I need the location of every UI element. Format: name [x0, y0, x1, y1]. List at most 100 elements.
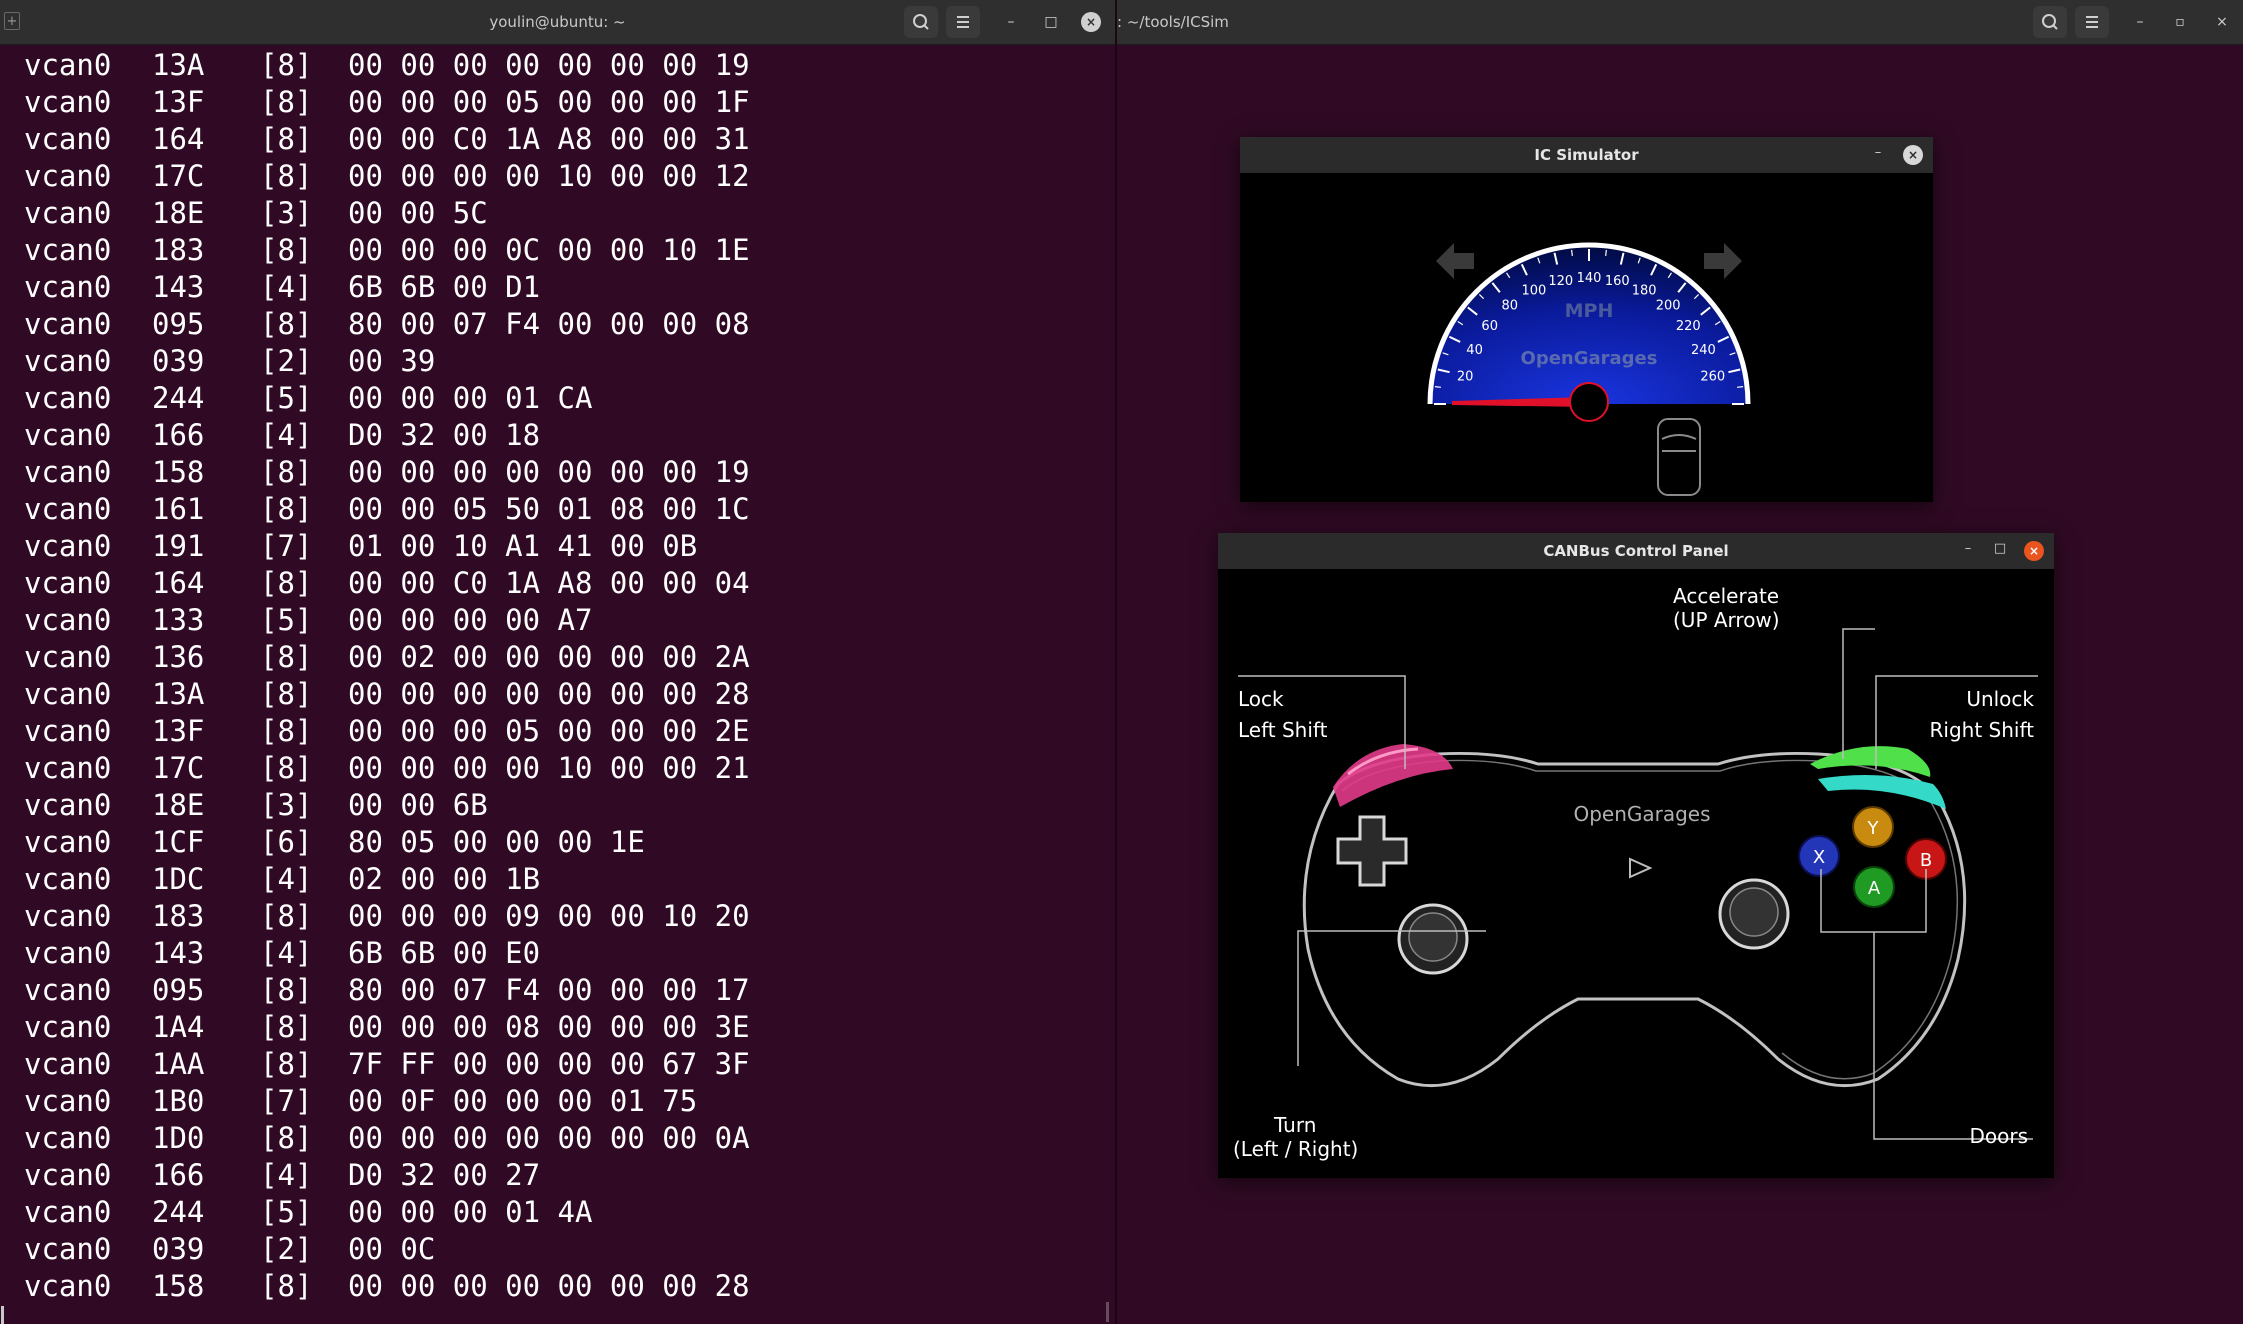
- gamepad-brand-label: OpenGarages: [1573, 802, 1710, 826]
- log-line: vcan0 18E [3] 00 00 5C: [24, 195, 750, 232]
- y-button[interactable]: Y: [1852, 806, 1894, 848]
- log-can-id: 17C: [152, 159, 205, 193]
- accelerate-label: Accelerate: [1673, 584, 1780, 608]
- log-line: vcan0 1D0 [8] 00 00 00 00 00 00 00 0A: [24, 1120, 750, 1157]
- log-interface: vcan0: [24, 196, 112, 230]
- log-line: vcan0 13A [8] 00 00 00 00 00 00 00 28: [24, 676, 750, 713]
- left-thumbstick[interactable]: [1397, 903, 1469, 975]
- log-line: vcan0 039 [2] 00 0C: [24, 1231, 750, 1268]
- log-interface: vcan0: [24, 85, 112, 119]
- log-can-id: 1D0: [152, 1121, 205, 1155]
- maximize-button[interactable]: □: [1990, 541, 2010, 556]
- hamburger-menu-icon[interactable]: [946, 6, 980, 38]
- log-can-id: 13F: [152, 85, 205, 119]
- right-thumbstick[interactable]: [1718, 878, 1790, 950]
- search-icon[interactable]: [904, 6, 938, 38]
- log-dlc: [4]: [260, 1158, 313, 1192]
- dpad[interactable]: [1336, 815, 1408, 887]
- log-data: 80 00 07 F4 00 00 00 08: [348, 307, 750, 341]
- canbus-control-panel-window[interactable]: CANBus Control Panel – □ × OpenGarages Y…: [1218, 533, 2054, 1178]
- log-dlc: [8]: [260, 492, 313, 526]
- log-dlc: [2]: [260, 344, 313, 378]
- log-can-id: 143: [152, 270, 205, 304]
- log-can-id: 164: [152, 122, 205, 156]
- scrollbar[interactable]: [1106, 1302, 1109, 1322]
- log-interface: vcan0: [24, 344, 112, 378]
- log-dlc: [8]: [260, 899, 313, 933]
- log-dlc: [3]: [260, 196, 313, 230]
- log-line: vcan0 164 [8] 00 00 C0 1A A8 00 00 04: [24, 565, 750, 602]
- minimize-button[interactable]: –: [998, 9, 1024, 35]
- log-dlc: [7]: [260, 529, 313, 563]
- log-dlc: [8]: [260, 455, 313, 489]
- log-data: 02 00 00 1B: [348, 862, 541, 896]
- speedometer-tick-label: 100: [1521, 284, 1546, 299]
- log-data: 01 00 10 A1 41 00 0B: [348, 529, 698, 563]
- maximize-button[interactable]: □: [1038, 9, 1064, 35]
- accelerate-key-label: (UP Arrow): [1673, 608, 1780, 632]
- log-interface: vcan0: [24, 529, 112, 563]
- log-data: 00 00 00 05 00 00 00 2E: [348, 714, 750, 748]
- close-button[interactable]: ×: [2024, 541, 2044, 561]
- lock-label: Lock: [1238, 687, 1284, 711]
- log-line: vcan0 13F [8] 00 00 00 05 00 00 00 1F: [24, 84, 750, 121]
- speedometer-tick-label: 240: [1691, 343, 1716, 358]
- search-icon[interactable]: [2033, 6, 2067, 38]
- log-dlc: [6]: [260, 825, 313, 859]
- minimize-button[interactable]: –: [1958, 541, 1978, 556]
- log-line: vcan0 18E [3] 00 00 6B: [24, 787, 750, 824]
- log-interface: vcan0: [24, 1269, 112, 1303]
- log-dlc: [4]: [260, 936, 313, 970]
- log-data: 00 39: [348, 344, 436, 378]
- close-button[interactable]: ×: [1081, 12, 1101, 32]
- start-button[interactable]: [1629, 857, 1653, 879]
- unlock-bumper[interactable]: [1810, 746, 1946, 809]
- hamburger-menu-icon[interactable]: [2075, 6, 2109, 38]
- close-button[interactable]: ×: [1903, 145, 1923, 165]
- speedometer-tick-label: 200: [1656, 299, 1681, 314]
- minimize-button[interactable]: –: [2127, 9, 2153, 35]
- log-data: 00 00 00 0C 00 00 10 1E: [348, 233, 750, 267]
- log-can-id: 1B0: [152, 1084, 205, 1118]
- log-data: 00 00 00 00 00 00 00 0A: [348, 1121, 750, 1155]
- log-dlc: [8]: [260, 85, 313, 119]
- a-button[interactable]: A: [1853, 866, 1895, 908]
- log-dlc: [8]: [260, 233, 313, 267]
- control-panel-headerbar: CANBus Control Panel – □ ×: [1218, 533, 2054, 569]
- log-line: vcan0 158 [8] 00 00 00 00 00 00 00 19: [24, 454, 750, 491]
- window-title: : ~/tools/ICSim: [1117, 13, 1229, 31]
- restore-button[interactable]: ▫: [2167, 9, 2193, 35]
- log-can-id: 13A: [152, 677, 205, 711]
- log-interface: vcan0: [24, 825, 112, 859]
- log-interface: vcan0: [24, 566, 112, 600]
- log-can-id: 161: [152, 492, 205, 526]
- close-button[interactable]: ×: [2209, 9, 2235, 35]
- log-data: 00 00 6B: [348, 788, 488, 822]
- y-button-label: Y: [1867, 818, 1880, 839]
- gamepad-illustration[interactable]: OpenGarages Y X B A: [1218, 569, 2054, 1178]
- log-line: vcan0 1B0 [7] 00 0F 00 00 00 01 75: [24, 1083, 750, 1120]
- terminal-left[interactable]: + youlin@ubuntu: ~ – □ × vcan0 13A [8] 00 0…: [0, 0, 1115, 1324]
- log-interface: vcan0: [24, 936, 112, 970]
- log-data: 00 00 5C: [348, 196, 488, 230]
- log-line: vcan0 1CF [6] 80 05 00 00 00 1E: [24, 824, 750, 861]
- ic-simulator-window[interactable]: IC Simulator – × 20 40 60 80 100 120 140 160 180…: [1240, 137, 1933, 502]
- log-interface: vcan0: [24, 788, 112, 822]
- speedometer-tick-label: 220: [1676, 319, 1701, 334]
- log-can-id: 164: [152, 566, 205, 600]
- minimize-button[interactable]: –: [1868, 145, 1888, 160]
- instrument-cluster: 20406080100120 140 160180200220240260 MPH …: [1427, 242, 1751, 496]
- log-interface: vcan0: [24, 1084, 112, 1118]
- log-dlc: [4]: [260, 418, 313, 452]
- log-dlc: [8]: [260, 1047, 313, 1081]
- log-line: vcan0 158 [8] 00 00 00 00 00 00 00 28: [24, 1268, 750, 1305]
- log-can-id: 166: [152, 1158, 205, 1192]
- log-dlc: [3]: [260, 788, 313, 822]
- log-can-id: 13F: [152, 714, 205, 748]
- log-dlc: [5]: [260, 603, 313, 637]
- log-interface: vcan0: [24, 48, 112, 82]
- log-interface: vcan0: [24, 1158, 112, 1192]
- log-data: D0 32 00 27: [348, 1158, 541, 1192]
- lock-bumper[interactable]: [1333, 744, 1453, 807]
- x-button[interactable]: X: [1798, 835, 1840, 877]
